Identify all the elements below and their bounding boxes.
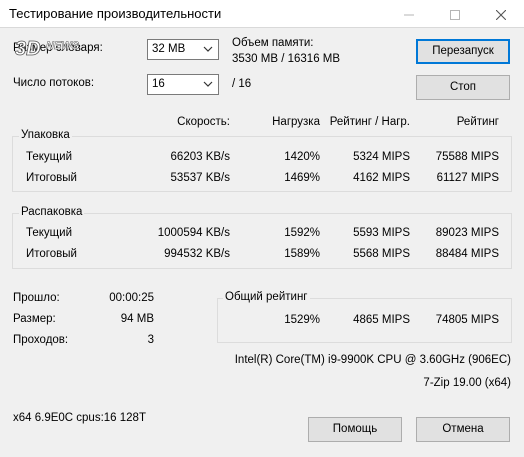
table-row-label: Текущий	[26, 227, 72, 239]
minimize-icon	[404, 14, 414, 16]
total-rating-load: 4865 MIPS	[353, 314, 410, 326]
title-bar: Тестирование производительности	[0, 0, 524, 27]
table-cell-speed: 1000594 KB/s	[157, 227, 230, 239]
memory-label: Объем памяти:	[232, 37, 314, 49]
dict-size-select[interactable]: 32 MB	[147, 39, 219, 60]
cpu-info: Intel(R) Core(TM) i9-9900K CPU @ 3.60GHz…	[234, 354, 511, 366]
table-cell-speed: 66203 KB/s	[170, 151, 230, 163]
restart-button[interactable]: Перезапуск	[416, 39, 510, 64]
table-cell-load: 1469%	[284, 172, 320, 184]
decompression-group	[12, 213, 512, 269]
system-info: x64 6.9E0C cpus:16 128T	[13, 412, 146, 424]
threads-label: Число потоков:	[13, 77, 95, 89]
table-cell-rating: 75588 MIPS	[435, 151, 499, 163]
elapsed-value: 00:00:25	[109, 292, 154, 304]
close-button[interactable]	[478, 0, 524, 27]
table-cell-load: 1592%	[284, 227, 320, 239]
maximize-icon	[450, 9, 460, 20]
total-rating: 74805 MIPS	[435, 314, 499, 326]
table-cell-rating: 89023 MIPS	[435, 227, 499, 239]
column-header-rating-load: Рейтинг / Нагр.	[329, 116, 410, 128]
table-cell-rating: 61127 MIPS	[436, 172, 499, 184]
elapsed-label: Прошло:	[13, 292, 60, 304]
table-row-label: Итоговый	[26, 172, 77, 184]
watermark-logo: 3D NEWS	[15, 38, 80, 59]
help-button[interactable]: Помощь	[308, 417, 402, 442]
table-cell-speed: 994532 KB/s	[164, 248, 230, 260]
cancel-button[interactable]: Отмена	[416, 417, 510, 442]
version-info: 7-Zip 19.00 (x64)	[423, 377, 511, 389]
memory-value: 3530 MB / 16316 MB	[232, 53, 341, 65]
total-rating-title: Общий рейтинг	[223, 291, 310, 303]
table-cell-rating-load: 5568 MIPS	[353, 248, 410, 260]
passes-label: Проходов:	[13, 334, 69, 346]
window-title: Тестирование производительности	[9, 6, 222, 21]
chevron-down-icon	[203, 81, 213, 87]
table-cell-speed: 53537 KB/s	[170, 172, 230, 184]
column-header-rating: Рейтинг	[456, 116, 499, 128]
column-header-speed: Скорость:	[177, 116, 230, 128]
table-row-label: Текущий	[26, 151, 72, 163]
column-header-load: Нагрузка	[272, 116, 320, 128]
table-row-label: Итоговый	[26, 248, 77, 260]
passes-value: 3	[147, 334, 154, 346]
close-icon	[495, 9, 507, 20]
chevron-down-icon	[203, 46, 213, 52]
stop-button[interactable]: Стоп	[416, 75, 510, 100]
maximize-button[interactable]	[432, 0, 478, 27]
threads-select[interactable]: 16	[147, 74, 219, 95]
compression-title: Упаковка	[19, 129, 72, 141]
table-cell-load: 1420%	[284, 151, 320, 163]
dict-size-value: 32 MB	[152, 43, 186, 55]
total-load: 1529%	[284, 314, 320, 326]
table-cell-rating: 88484 MIPS	[435, 248, 499, 260]
decompression-title: Распаковка	[19, 206, 85, 218]
svg-text:NEWS: NEWS	[46, 40, 80, 52]
size-label: Размер:	[13, 313, 56, 325]
minimize-button[interactable]	[386, 0, 432, 27]
table-cell-rating-load: 5593 MIPS	[353, 227, 410, 239]
threads-value: 16	[152, 78, 165, 90]
table-cell-load: 1589%	[284, 248, 320, 260]
table-cell-rating-load: 4162 MIPS	[353, 172, 410, 184]
threads-total: / 16	[232, 78, 252, 90]
svg-text:3D: 3D	[15, 38, 41, 59]
size-value: 94 MB	[120, 313, 154, 325]
table-cell-rating-load: 5324 MIPS	[353, 151, 410, 163]
